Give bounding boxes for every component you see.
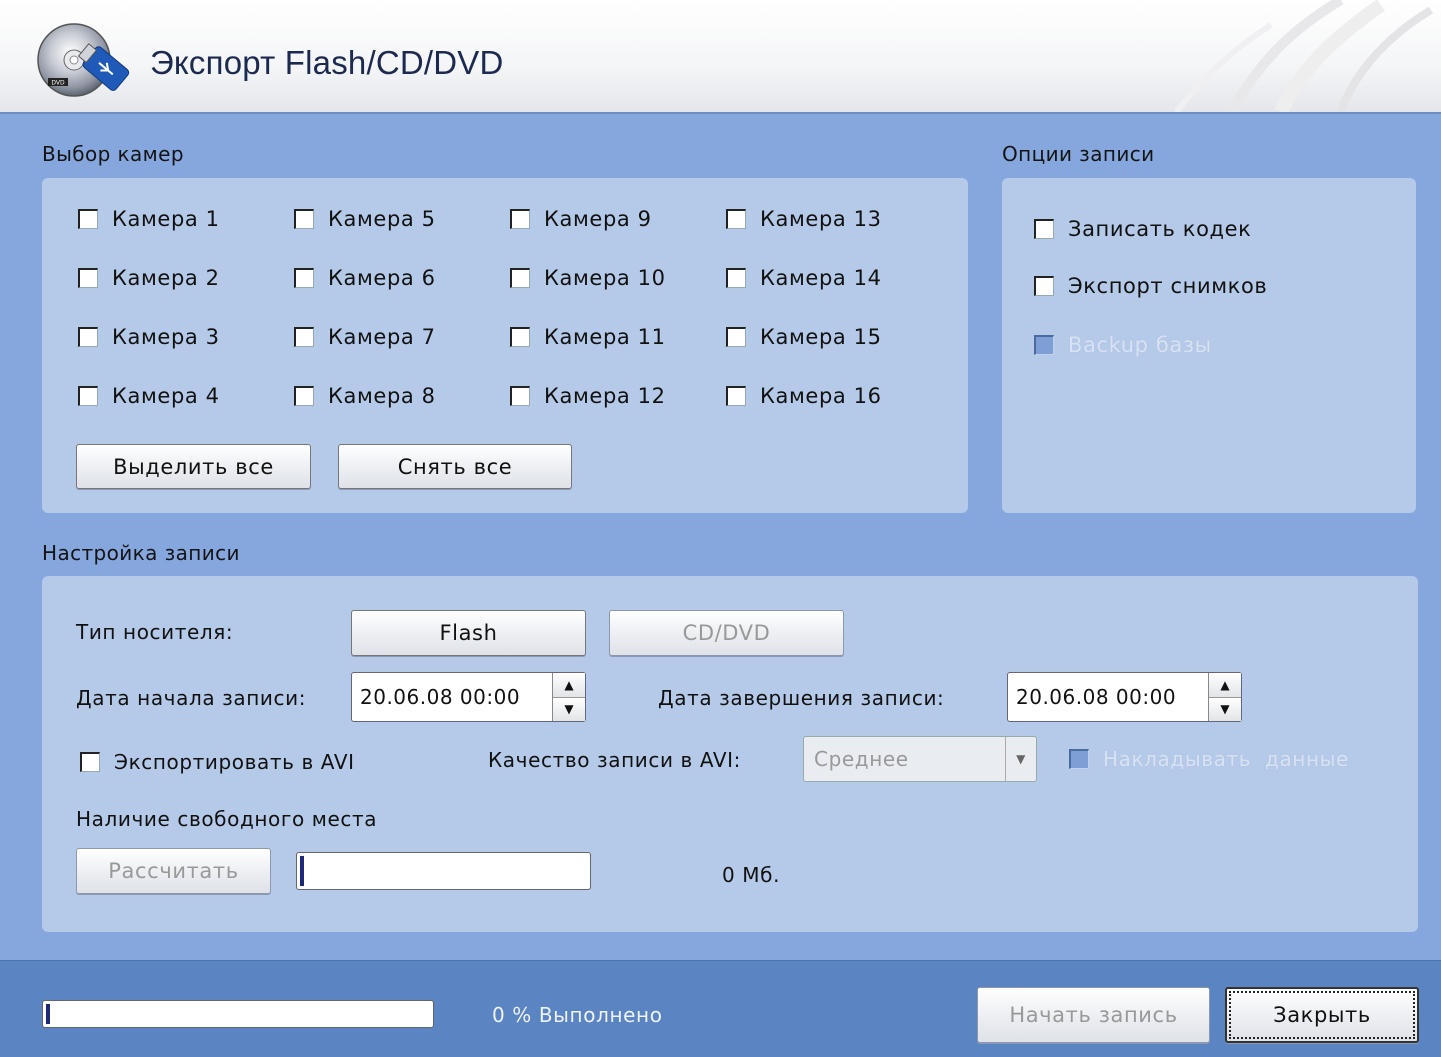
camera-1-checkbox[interactable]: Камера 1 bbox=[78, 207, 220, 231]
checkbox-box[interactable] bbox=[510, 209, 530, 229]
end-date-label: Дата завершения записи: bbox=[658, 686, 945, 710]
chevron-down-icon[interactable]: ▼ bbox=[1005, 737, 1036, 781]
media-flash-button[interactable]: Flash bbox=[351, 610, 586, 656]
checkbox-box[interactable] bbox=[510, 268, 530, 288]
camera-4-checkbox[interactable]: Камера 4 bbox=[78, 384, 220, 408]
svg-text:DVD: DVD bbox=[51, 80, 65, 87]
camera-13-checkbox[interactable]: Камера 13 bbox=[726, 207, 882, 231]
avi-quality-label: Качество записи в AVI: bbox=[488, 748, 741, 772]
checkbox-box[interactable] bbox=[1069, 749, 1089, 769]
avi-quality-value: Среднее bbox=[814, 747, 909, 771]
calculate-button[interactable]: Рассчитать bbox=[76, 848, 271, 894]
record-options-label: Опции записи bbox=[1002, 142, 1155, 166]
checkbox-box[interactable] bbox=[78, 209, 98, 229]
checkbox-box[interactable] bbox=[726, 327, 746, 347]
checkbox-box[interactable] bbox=[80, 752, 100, 772]
checkbox-box[interactable] bbox=[1034, 335, 1054, 355]
record-settings-label: Настройка записи bbox=[42, 541, 240, 565]
free-space-value: 0 Мб. bbox=[722, 863, 781, 887]
camera-3-checkbox[interactable]: Камера 3 bbox=[78, 325, 220, 349]
close-button[interactable]: Закрыть bbox=[1225, 987, 1419, 1043]
camera-15-checkbox[interactable]: Камера 15 bbox=[726, 325, 882, 349]
camera-14-checkbox[interactable]: Камера 14 bbox=[726, 266, 882, 290]
spin-down-icon[interactable]: ▼ bbox=[1209, 696, 1241, 721]
overall-progress bbox=[42, 1000, 434, 1028]
camera-5-checkbox[interactable]: Камера 5 bbox=[294, 207, 436, 231]
avi-quality-select[interactable]: Среднее ▼ bbox=[803, 736, 1037, 782]
camera-9-checkbox[interactable]: Камера 9 bbox=[510, 207, 652, 231]
checkbox-box[interactable] bbox=[78, 327, 98, 347]
checkbox-box[interactable] bbox=[726, 386, 746, 406]
start-date-value[interactable]: 20.06.08 00:00 bbox=[352, 673, 552, 721]
spin-up-icon[interactable]: ▲ bbox=[1209, 673, 1241, 697]
progress-fill bbox=[46, 1004, 50, 1024]
start-date-spinbox[interactable]: 20.06.08 00:00 ▲ ▼ bbox=[351, 672, 586, 722]
checkbox-box[interactable] bbox=[294, 386, 314, 406]
spin-up-icon[interactable]: ▲ bbox=[553, 673, 585, 697]
camera-16-checkbox[interactable]: Камера 16 bbox=[726, 384, 882, 408]
camera-10-checkbox[interactable]: Камера 10 bbox=[510, 266, 666, 290]
checkbox-box[interactable] bbox=[294, 268, 314, 288]
checkbox-box[interactable] bbox=[78, 268, 98, 288]
checkbox-box[interactable] bbox=[510, 327, 530, 347]
start-record-button[interactable]: Начать запись bbox=[977, 987, 1210, 1043]
window-title: Экспорт Flash/CD/DVD bbox=[150, 44, 504, 81]
checkbox-box[interactable] bbox=[78, 386, 98, 406]
header-decoration bbox=[1173, 0, 1434, 112]
end-date-value[interactable]: 20.06.08 00:00 bbox=[1008, 673, 1208, 721]
write-codec-checkbox[interactable]: Записать кодек bbox=[1034, 217, 1251, 241]
media-type-label: Тип носителя: bbox=[76, 620, 234, 644]
export-avi-checkbox[interactable]: Экспортировать в AVI bbox=[80, 750, 355, 774]
media-cddvd-button[interactable]: CD/DVD bbox=[609, 610, 844, 656]
checkbox-box[interactable] bbox=[1034, 219, 1054, 239]
progress-fill bbox=[300, 856, 304, 886]
progress-text: 0 % Выполнено bbox=[492, 1003, 663, 1027]
camera-7-checkbox[interactable]: Камера 7 bbox=[294, 325, 436, 349]
checkbox-box[interactable] bbox=[726, 268, 746, 288]
camera-8-checkbox[interactable]: Камера 8 bbox=[294, 384, 436, 408]
checkbox-box[interactable] bbox=[294, 327, 314, 347]
disc-usb-icon: DVD bbox=[37, 23, 130, 97]
free-space-progress bbox=[296, 852, 591, 890]
camera-12-checkbox[interactable]: Камера 12 bbox=[510, 384, 666, 408]
spin-down-icon[interactable]: ▼ bbox=[553, 696, 585, 721]
export-snapshots-checkbox[interactable]: Экспорт снимков bbox=[1034, 274, 1267, 298]
end-date-spinbox[interactable]: 20.06.08 00:00 ▲ ▼ bbox=[1007, 672, 1242, 722]
deselect-all-button[interactable]: Снять все bbox=[338, 444, 572, 489]
camera-2-checkbox[interactable]: Камера 2 bbox=[78, 266, 220, 290]
checkbox-box[interactable] bbox=[294, 209, 314, 229]
overlay-data-checkbox[interactable]: Накладывать данные bbox=[1069, 747, 1349, 771]
window-header: DVD Экспорт Flash/CD/DVD bbox=[0, 0, 1441, 114]
select-all-button[interactable]: Выделить все bbox=[76, 444, 311, 489]
checkbox-box[interactable] bbox=[1034, 276, 1054, 296]
start-date-label: Дата начала записи: bbox=[76, 686, 307, 710]
free-space-label: Наличие свободного места bbox=[76, 807, 378, 831]
camera-selection-label: Выбор камер bbox=[42, 142, 184, 166]
checkbox-box[interactable] bbox=[510, 386, 530, 406]
backup-db-checkbox[interactable]: Backup базы bbox=[1034, 333, 1212, 357]
checkbox-box[interactable] bbox=[726, 209, 746, 229]
camera-11-checkbox[interactable]: Камера 11 bbox=[510, 325, 666, 349]
camera-6-checkbox[interactable]: Камера 6 bbox=[294, 266, 436, 290]
